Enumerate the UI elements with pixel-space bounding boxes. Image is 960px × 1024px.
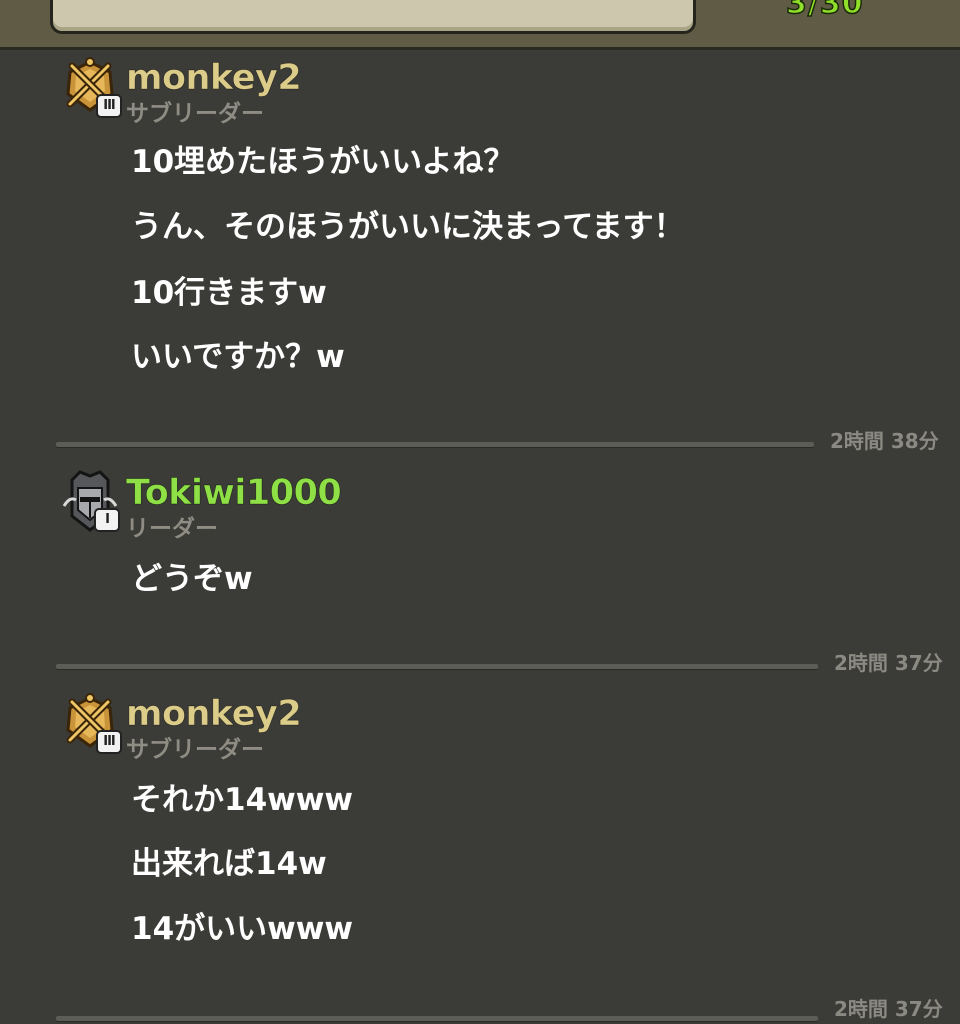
rank-badge: I: [94, 508, 120, 532]
member-role: サブリーダー: [126, 101, 264, 127]
message-line: うん、そのほうがいいに決まってます！: [131, 209, 685, 245]
message-divider: [56, 664, 818, 669]
message-line: 10行きますw: [131, 275, 327, 311]
avatar[interactable]: III: [62, 56, 122, 118]
message-line: それか14www: [131, 782, 354, 818]
message-line: 出来れば14w: [131, 846, 327, 882]
member-role: リーダー: [126, 516, 218, 542]
rank-badge: III: [96, 94, 122, 118]
chat-header-bar: 3/30: [0, 0, 960, 50]
member-counter: 3/30: [785, 0, 864, 22]
message-timestamp: 2時間 37分: [834, 997, 943, 1021]
username[interactable]: Tokiwi1000: [126, 473, 342, 514]
chat-input-field[interactable]: [50, 0, 696, 34]
member-role: サブリーダー: [126, 737, 264, 763]
avatar[interactable]: I: [62, 470, 122, 532]
message-line: どうぞw: [131, 561, 253, 597]
message-divider: [56, 1016, 818, 1021]
username[interactable]: monkey2: [126, 58, 302, 99]
message-timestamp: 2時間 38分: [830, 429, 939, 453]
username[interactable]: monkey2: [126, 694, 302, 735]
message-line: 10埋めたほうがいいよね？: [131, 144, 515, 180]
avatar[interactable]: III: [62, 692, 122, 754]
message-divider: [56, 442, 814, 447]
message-line: 14がいいwww: [131, 911, 354, 947]
rank-badge: III: [96, 730, 122, 754]
message-timestamp: 2時間 37分: [834, 651, 943, 675]
message-line: いいですか？w: [131, 339, 345, 375]
